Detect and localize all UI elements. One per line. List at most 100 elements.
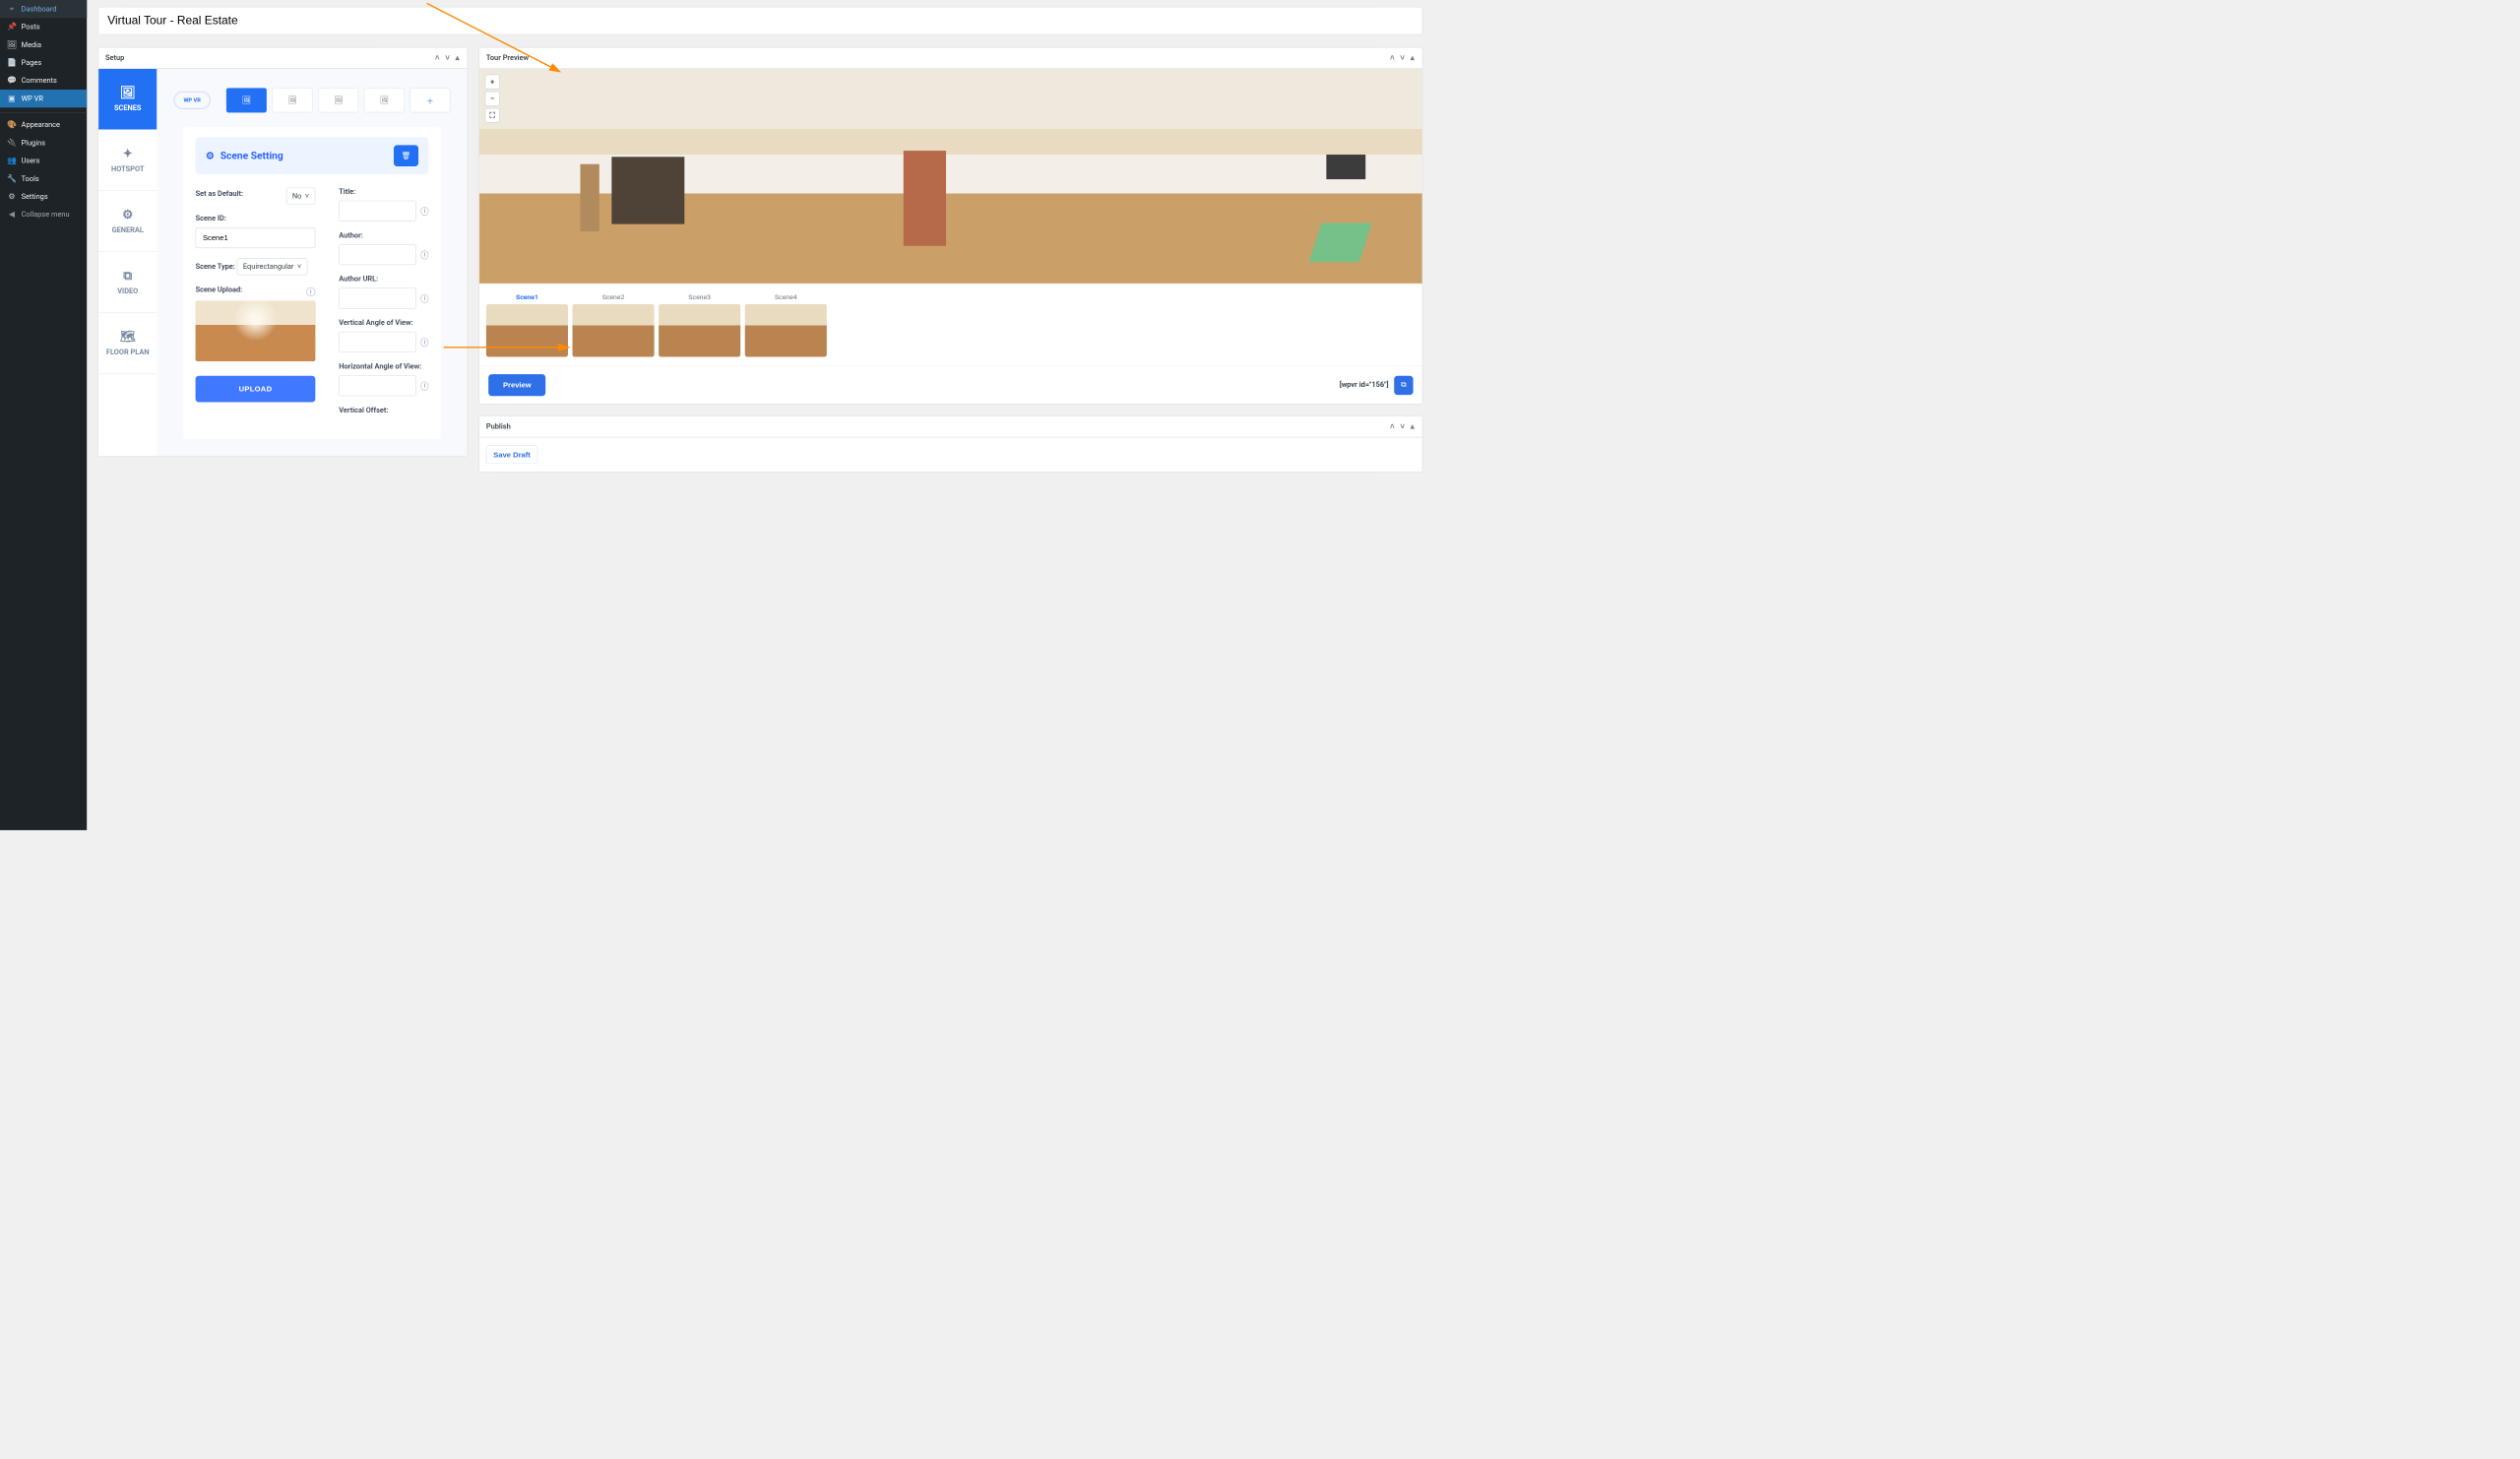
save-draft-button[interactable]: Save Draft (486, 445, 537, 464)
scene-setting-title: Scene Setting (220, 150, 284, 161)
scene-title-input[interactable] (339, 201, 416, 222)
vtab-scenes[interactable]: 🖼SCENES (98, 69, 157, 130)
sidebar-item-wp-vr[interactable]: ▣WP VR (0, 90, 87, 107)
chevron-down-icon: ˅ (305, 192, 309, 201)
setup-title: Setup (105, 54, 124, 63)
scene-tab-1[interactable]: 🖼 (226, 88, 267, 112)
vertical-angle-input[interactable] (339, 332, 416, 352)
image-icon: 🖼 (242, 96, 251, 105)
zoom-out-button[interactable]: − (485, 92, 500, 106)
sidebar-item-pages[interactable]: 📄Pages (0, 54, 87, 72)
horizontal-angle-input[interactable] (339, 375, 416, 396)
sidebar-item-settings[interactable]: ⚙Settings (0, 188, 87, 206)
menu-icon: 🖼 (7, 40, 17, 49)
panorama-viewer[interactable]: + − ⛶ (479, 69, 1422, 284)
menu-icon: 📄 (7, 58, 17, 67)
scene-upload-label: Scene Upload: (196, 285, 243, 294)
panel-toggle-icon[interactable]: ▴ (1410, 53, 1416, 63)
scene-id-input[interactable] (196, 227, 316, 248)
sidebar-item-comments[interactable]: 💬Comments (0, 72, 87, 90)
vtab-general[interactable]: ⚙GENERAL (98, 191, 157, 252)
scene-card-scene4[interactable]: Scene4 (745, 293, 827, 357)
panel-down-icon[interactable]: ˅ (1399, 421, 1406, 431)
info-icon[interactable]: i (420, 293, 428, 302)
scene-card-scene3[interactable]: Scene3 (659, 293, 740, 357)
panel-toggle-icon[interactable]: ▴ (454, 53, 460, 63)
image-icon: 🖼 (287, 96, 296, 105)
publish-title: Publish (486, 422, 511, 431)
panel-up-icon[interactable]: ˄ (1389, 421, 1396, 431)
preview-title: Tour Preview (486, 54, 529, 63)
tab-icon: ✦ (103, 147, 153, 160)
author-input[interactable] (339, 244, 416, 265)
scene-type-label: Scene Type: (196, 263, 235, 272)
delete-scene-button[interactable]: 🗑 (394, 145, 418, 166)
sidebar-item-tools[interactable]: 🔧Tools (0, 169, 87, 187)
panel-toggle-icon[interactable]: ▴ (1410, 421, 1416, 431)
wpvr-logo: WP VR (173, 92, 211, 109)
copy-icon: ⧉ (1401, 381, 1406, 390)
panel-up-icon[interactable]: ˄ (434, 53, 441, 63)
info-icon[interactable]: i (420, 338, 428, 347)
image-icon: 🖼 (334, 96, 343, 105)
sidebar-item-posts[interactable]: 📌Posts (0, 18, 87, 35)
copy-shortcode-button[interactable]: ⧉ (1394, 376, 1413, 395)
panel-down-icon[interactable]: ˅ (1399, 53, 1406, 63)
scene-tab-4[interactable]: 🖼 (364, 88, 405, 112)
trash-icon: 🗑 (402, 152, 410, 160)
post-title-input[interactable] (98, 7, 1423, 34)
horizontal-angle-label: Horizontal Angle of View: (339, 362, 421, 371)
author-url-label: Author URL: (339, 275, 378, 284)
scene-upload-thumbnail[interactable] (196, 300, 316, 360)
set-default-select[interactable]: No ˅ (286, 188, 316, 205)
vtab-video[interactable]: ⧉VIDEO (98, 252, 157, 313)
shortcode-text: [wpvr id="156"] (1340, 381, 1389, 390)
chevron-down-icon: ˅ (297, 262, 301, 271)
scene-thumbnail-strip: Scene1Scene2Scene3Scene4 (479, 284, 1422, 366)
vtab-floor-plan[interactable]: 🗺FLOOR PLAN (98, 313, 157, 374)
tab-icon: ⚙ (103, 208, 153, 222)
menu-icon: 🔌 (7, 139, 17, 148)
scene-id-label: Scene ID: (196, 215, 226, 223)
info-icon[interactable]: i (420, 381, 428, 390)
info-icon[interactable]: i (420, 207, 428, 216)
sidebar-item-appearance[interactable]: 🎨Appearance (0, 116, 87, 134)
scene-tabs: WP VR 🖼 🖼 🖼 🖼 ＋ (157, 69, 467, 127)
wp-admin-sidebar: ⌖Dashboard📌Posts🖼Media📄Pages💬Comments▣WP… (0, 0, 87, 830)
author-url-input[interactable] (339, 287, 416, 308)
scene-card-scene1[interactable]: Scene1 (486, 293, 568, 357)
vertical-angle-label: Vertical Angle of View: (339, 319, 412, 328)
menu-icon: 🔧 (7, 174, 17, 183)
tour-preview-panel: Tour Preview ˄ ˅ ▴ (478, 47, 1422, 405)
menu-icon: 💬 (7, 76, 17, 85)
scene-card-scene2[interactable]: Scene2 (573, 293, 655, 357)
set-default-label: Set as Default: (196, 190, 243, 199)
info-icon[interactable]: i (306, 287, 315, 296)
scene-type-select[interactable]: Equirectangular ˅ (237, 258, 308, 275)
scene-tab-3[interactable]: 🖼 (318, 88, 358, 112)
zoom-in-button[interactable]: + (485, 75, 500, 90)
vtab-hotspot[interactable]: ✦HOTSPOT (98, 130, 157, 191)
sidebar-item-users[interactable]: 👥Users (0, 152, 87, 169)
fullscreen-button[interactable]: ⛶ (485, 108, 500, 123)
panel-down-icon[interactable]: ˅ (444, 53, 451, 63)
scene-tab-2[interactable]: 🖼 (273, 88, 313, 112)
panel-up-icon[interactable]: ˄ (1389, 53, 1396, 63)
tab-icon: ⧉ (103, 269, 153, 283)
tab-icon: 🖼 (103, 86, 153, 99)
sidebar-item-media[interactable]: 🖼Media (0, 35, 87, 53)
collapse-label: Collapse menu (22, 211, 70, 220)
preview-button[interactable]: Preview (488, 374, 545, 396)
upload-button[interactable]: UPLOAD (196, 376, 316, 403)
setup-panel: Setup ˄ ˅ ▴ 🖼SCENES✦HOTSPOT⚙GENERAL⧉VIDE… (98, 47, 469, 457)
menu-icon: 🎨 (7, 120, 17, 129)
publish-panel: Publish ˄ ˅ ▴ Save Draft (478, 415, 1422, 472)
sidebar-item-dashboard[interactable]: ⌖Dashboard (0, 0, 87, 18)
menu-icon: 📌 (7, 23, 17, 32)
add-scene-tab[interactable]: ＋ (410, 88, 451, 112)
sidebar-item-plugins[interactable]: 🔌Plugins (0, 134, 87, 152)
gear-icon: ⚙ (206, 150, 215, 161)
plus-icon: ＋ (426, 95, 433, 105)
collapse-menu[interactable]: ◀ Collapse menu (0, 206, 87, 223)
info-icon[interactable]: i (420, 250, 428, 259)
